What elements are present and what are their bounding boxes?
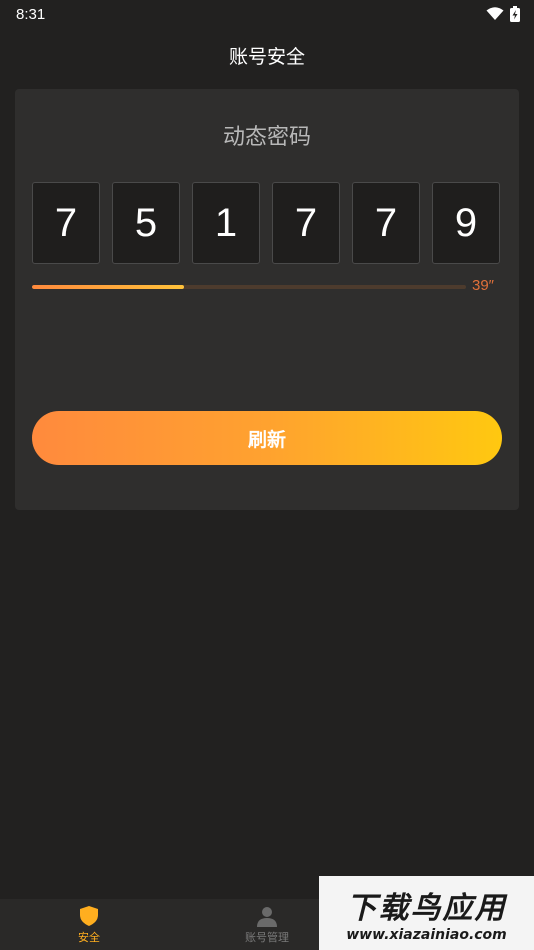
otp-digit: 7 xyxy=(352,182,420,264)
user-icon xyxy=(257,906,277,927)
nav-label-security: 安全 xyxy=(78,930,100,944)
otp-digits: 7 5 1 7 7 9 xyxy=(32,182,502,266)
otp-digit: 1 xyxy=(192,182,260,264)
watermark-logo: 下载鸟应用 www.xiazainiao.com xyxy=(319,876,534,950)
otp-digit: 7 xyxy=(32,182,100,264)
status-time: 8:31 xyxy=(16,5,46,23)
countdown-progress-track xyxy=(32,285,466,289)
status-bar: 8:31 xyxy=(0,0,534,28)
card-title: 动态密码 xyxy=(222,125,311,150)
otp-digit: 7 xyxy=(272,182,340,264)
shield-icon xyxy=(80,905,98,926)
wifi-icon xyxy=(486,7,504,20)
watermark-url-text: www.xiazainiao.com xyxy=(346,927,507,943)
battery-charging-icon xyxy=(510,6,520,22)
countdown-seconds: 39″ xyxy=(472,277,494,294)
refresh-button[interactable]: 刷新 xyxy=(32,411,502,465)
otp-digit: 9 xyxy=(432,182,500,264)
status-icons xyxy=(486,6,520,22)
watermark-main-text: 下载鸟应用 xyxy=(346,891,507,926)
dynamic-password-card: 动态密码 7 5 1 7 7 9 39″ 刷新 xyxy=(15,89,519,510)
nav-label-account-management: 账号管理 xyxy=(245,930,289,944)
otp-digit: 5 xyxy=(112,182,180,264)
nav-item-security[interactable]: 安全 xyxy=(0,899,178,950)
page-title: 账号安全 xyxy=(228,46,305,68)
countdown-progress-fill xyxy=(32,285,184,289)
